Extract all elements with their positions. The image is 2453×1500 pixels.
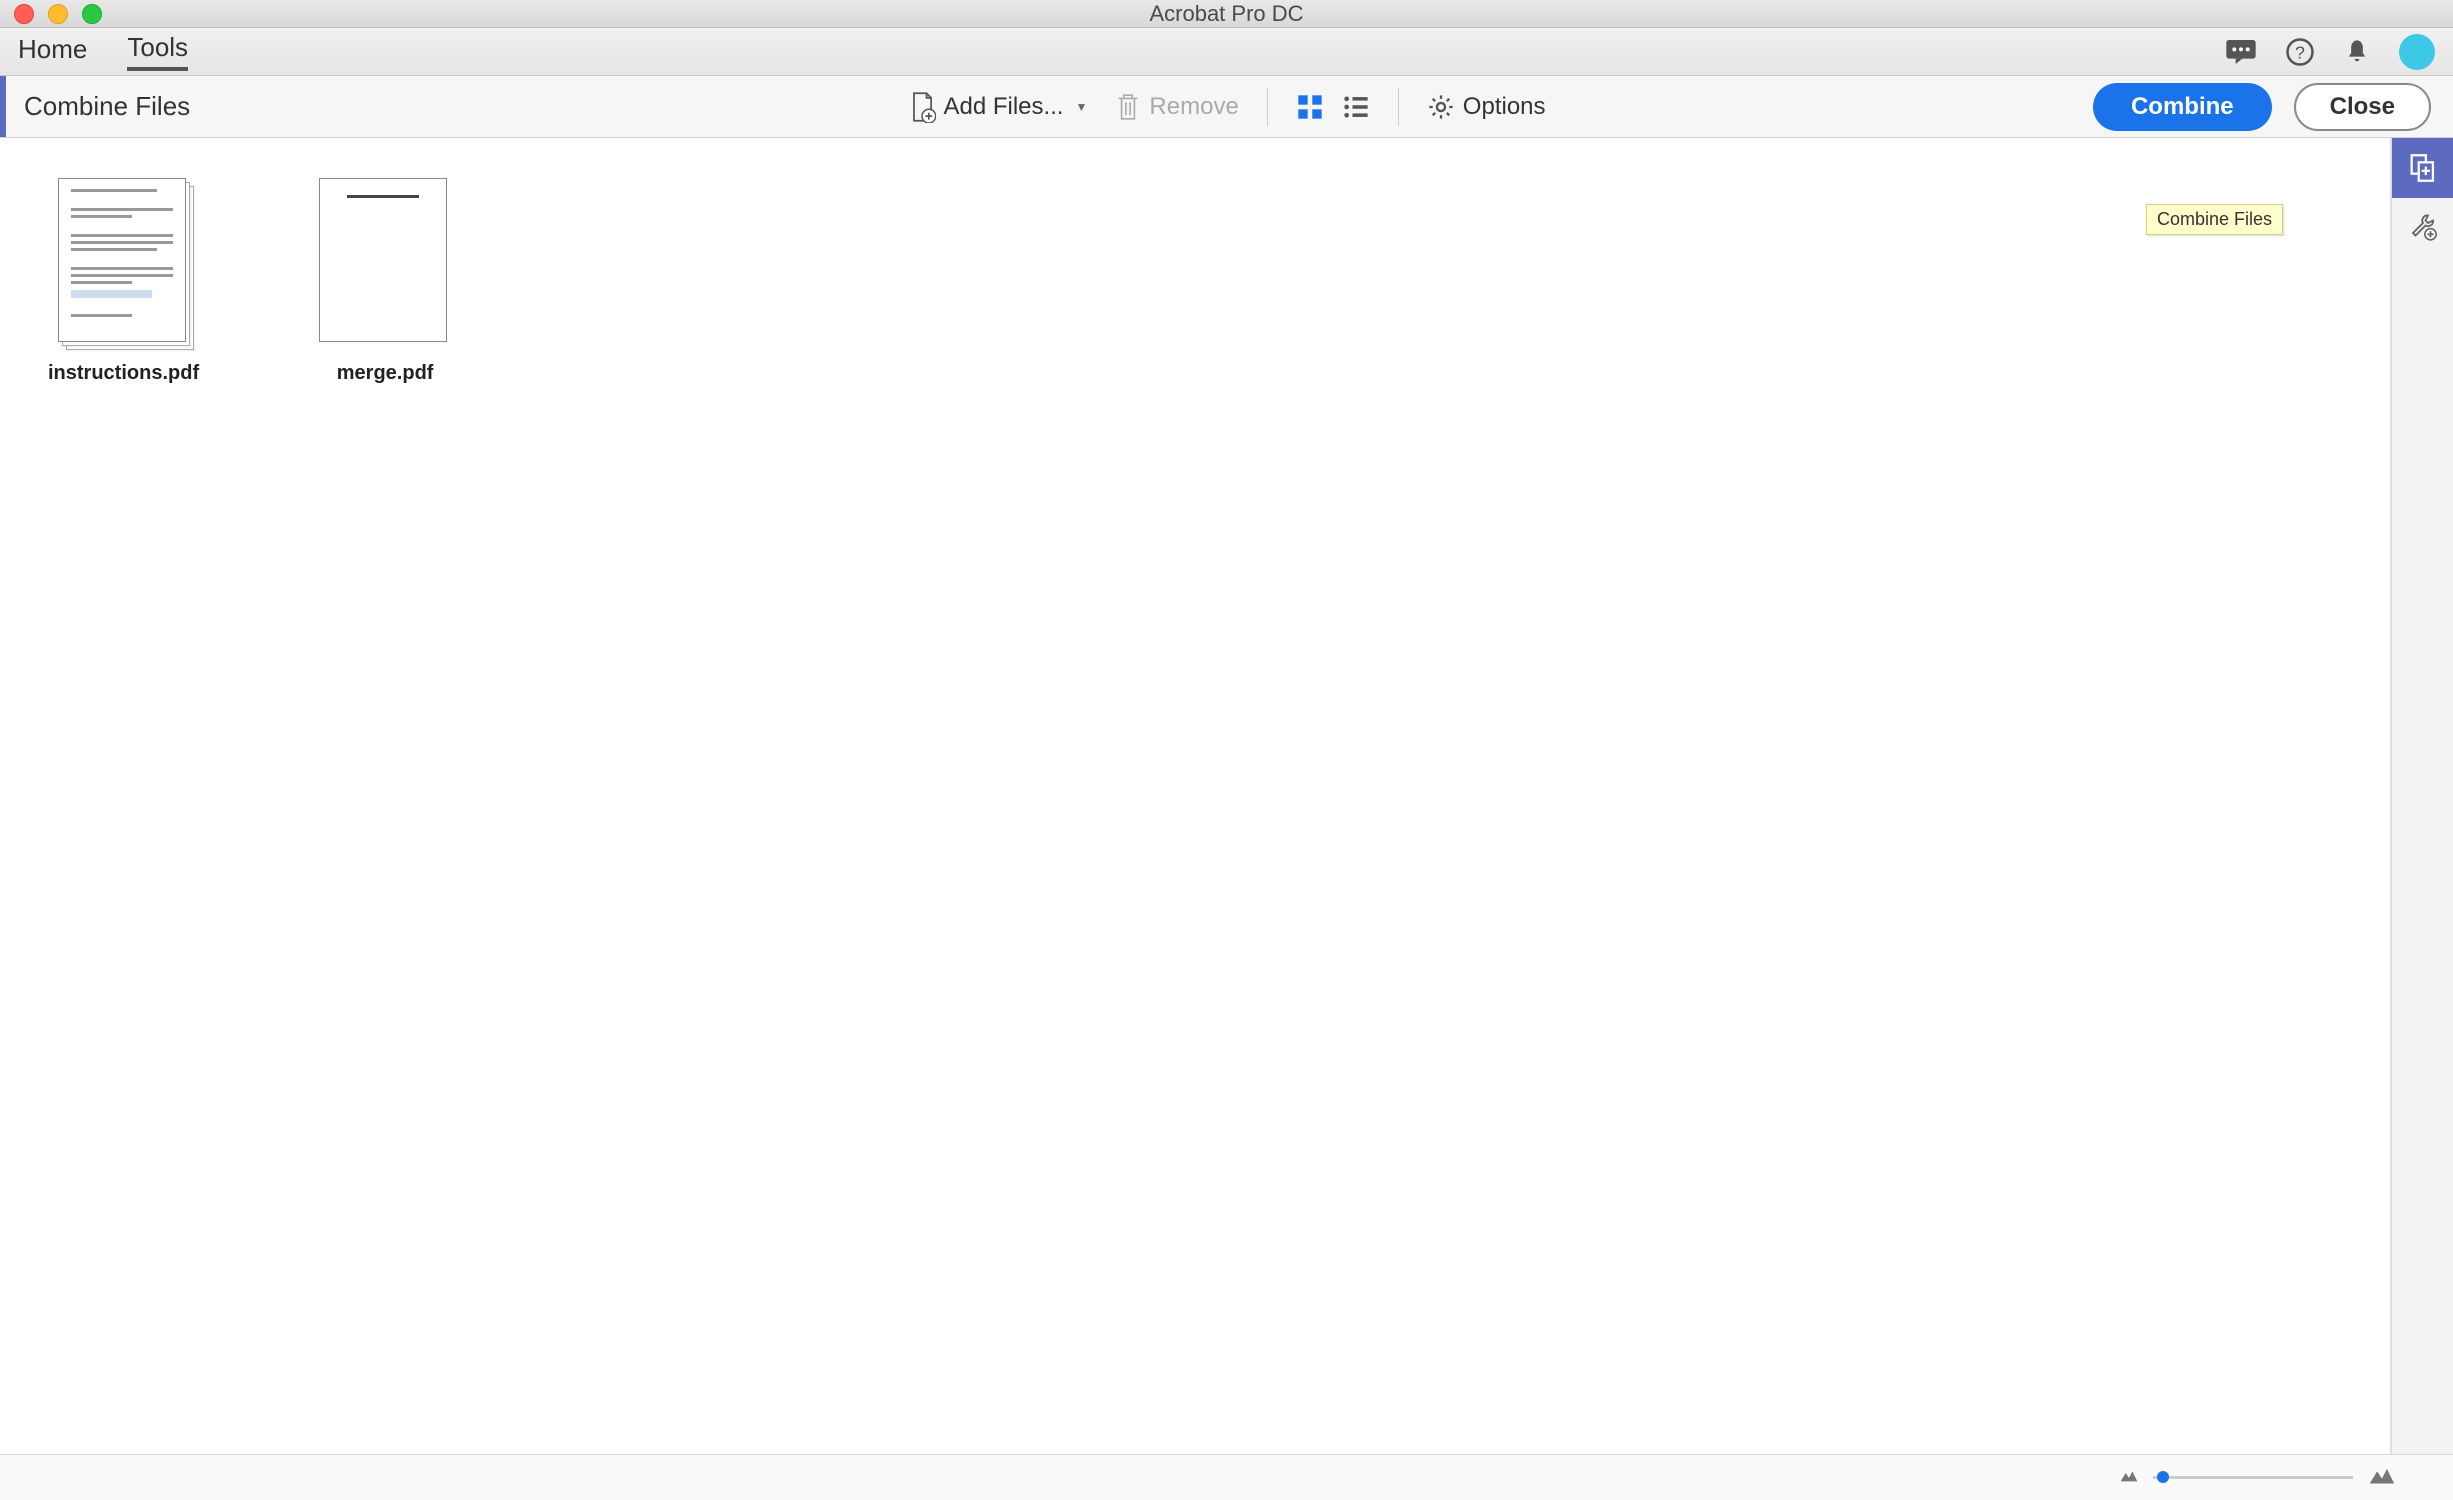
zoom-in-icon[interactable] [2367,1464,2397,1491]
zoom-slider-thumb[interactable] [2157,1471,2169,1483]
remove-button[interactable]: Remove [1115,92,1238,122]
zoom-slider[interactable] [2153,1476,2353,1479]
combine-button[interactable]: Combine [2093,83,2272,131]
file-name: merge.pdf [337,362,434,385]
divider [1267,88,1268,126]
window-minimize-button[interactable] [48,4,68,24]
file-name: instructions.pdf [48,362,199,385]
tab-tools[interactable]: Tools [127,32,188,71]
window-maximize-button[interactable] [82,4,102,24]
tooltip: Combine Files [2146,204,2283,235]
user-avatar[interactable] [2399,34,2435,70]
add-files-button[interactable]: Add Files... ▼ [907,91,1087,123]
dropdown-caret-icon: ▼ [1076,100,1088,114]
toolbar: Combine Files Add Files... ▼ Remove [0,76,2453,138]
file-thumbnail [319,178,451,348]
add-files-label: Add Files... [943,93,1063,121]
combine-files-tool-icon[interactable] [2392,138,2453,198]
comment-icon[interactable] [2225,38,2257,66]
main: instructions.pdf merge.pdf Combine Files [0,138,2453,1454]
toolbar-title: Combine Files [24,91,190,122]
options-button[interactable]: Options [1427,93,1546,121]
window-title: Acrobat Pro DC [1149,1,1303,27]
toolbar-accent [0,76,6,137]
divider [1398,88,1399,126]
footer [0,1454,2453,1500]
remove-label: Remove [1149,93,1238,121]
tabbar: Home Tools ? [0,28,2453,76]
file-item[interactable]: instructions.pdf [48,178,199,385]
help-icon[interactable]: ? [2285,37,2315,67]
tab-home[interactable]: Home [18,34,87,69]
right-sidebar [2391,138,2453,1454]
bell-icon[interactable] [2343,37,2371,67]
tool-config-icon[interactable] [2392,198,2453,258]
close-button[interactable]: Close [2294,83,2431,131]
list-view-button[interactable] [1342,93,1370,121]
file-grid: instructions.pdf merge.pdf [0,138,2391,1454]
options-label: Options [1463,93,1546,121]
file-item[interactable]: merge.pdf [319,178,451,385]
window-close-button[interactable] [14,4,34,24]
grid-view-button[interactable] [1296,93,1324,121]
file-thumbnail [58,178,190,348]
zoom-out-icon[interactable] [2119,1468,2139,1488]
titlebar: Acrobat Pro DC [0,0,2453,28]
svg-text:?: ? [2295,42,2305,62]
